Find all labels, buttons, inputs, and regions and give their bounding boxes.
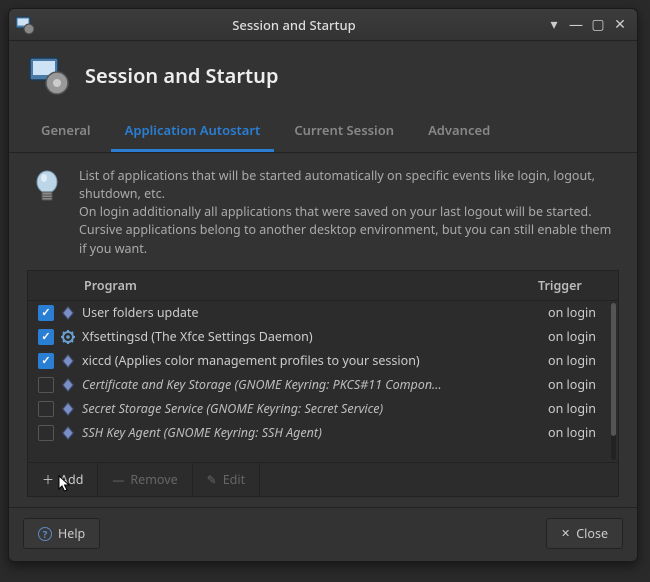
header: Session and Startup [9,41,637,111]
session-startup-window: Session and Startup ▾ — ▢ ✕ Session and … [8,8,638,562]
row-checkbox[interactable] [38,401,54,417]
scrollbar[interactable] [611,303,616,460]
close-button[interactable]: ✕ Close [546,518,623,549]
column-program[interactable]: Program [80,277,538,294]
gear-icon [60,329,76,345]
app-diamond-icon [60,353,76,369]
app-diamond-icon [60,425,76,441]
pencil-icon: ✎ [207,471,217,488]
page-title: Session and Startup [85,62,278,89]
list-toolbar: ＋ Add — Remove ✎ Edit [28,462,618,496]
help-icon: ? [38,527,52,541]
app-diamond-icon [60,401,76,417]
row-program-name: Certificate and Key Storage (GNOME Keyri… [82,376,548,393]
help-button-label: Help [58,525,85,542]
close-button-label: Close [576,525,608,542]
table-row[interactable]: User folders updateon login [28,301,618,325]
minus-icon: — [112,471,124,488]
row-trigger: on login [548,376,608,393]
table-row[interactable]: xiccd (Applies color management profiles… [28,349,618,373]
app-diamond-icon [60,377,76,393]
scrollbar-thumb[interactable] [611,303,616,437]
footer: ? Help ✕ Close [9,507,637,561]
plus-icon: ＋ [42,471,54,488]
list-header: Program Trigger [28,271,618,301]
menu-button[interactable]: ▾ [547,15,561,34]
tab-current-session[interactable]: Current Session [280,111,408,152]
column-trigger[interactable]: Trigger [538,277,608,294]
edit-button[interactable]: ✎ Edit [193,463,260,496]
close-window-button[interactable]: ✕ [613,15,627,34]
remove-button[interactable]: — Remove [98,463,192,496]
header-icon [27,53,71,97]
row-program-name: xiccd (Applies color management profiles… [82,352,548,369]
maximize-button[interactable]: ▢ [591,15,605,34]
row-trigger: on login [548,424,608,441]
row-checkbox[interactable] [38,305,54,321]
row-program-name: SSH Key Agent (GNOME Keyring: SSH Agent) [82,424,548,441]
info-row: List of applications that will be starte… [27,167,619,258]
titlebar[interactable]: Session and Startup ▾ — ▢ ✕ [9,9,637,41]
info-text: List of applications that will be starte… [79,167,619,258]
app-diamond-icon [60,305,76,321]
row-checkbox[interactable] [38,329,54,345]
tab-application-autostart[interactable]: Application Autostart [111,111,275,152]
row-program-name: Xfsettingsd (The Xfce Settings Daemon) [82,328,548,345]
lightbulb-icon [27,167,67,207]
add-button[interactable]: ＋ Add [28,463,98,496]
table-row[interactable]: Secret Storage Service (GNOME Keyring: S… [28,397,618,421]
close-icon: ✕ [561,526,570,541]
remove-button-label: Remove [130,471,177,488]
help-button[interactable]: ? Help [23,518,100,549]
tab-general[interactable]: General [27,111,105,152]
row-program-name: Secret Storage Service (GNOME Keyring: S… [82,400,548,417]
tab-body: List of applications that will be starte… [9,153,637,507]
add-button-label: Add [60,471,83,488]
window-title: Session and Startup [41,16,547,34]
app-icon [15,15,35,35]
autostart-list-panel: Program Trigger User folders updateon lo… [27,270,619,497]
row-trigger: on login [548,400,608,417]
row-program-name: User folders update [82,304,548,321]
tabs: General Application Autostart Current Se… [9,111,637,153]
list-body[interactable]: User folders updateon loginXfsettingsd (… [28,301,618,462]
row-checkbox[interactable] [38,425,54,441]
table-row[interactable]: Xfsettingsd (The Xfce Settings Daemon)on… [28,325,618,349]
table-row[interactable]: Certificate and Key Storage (GNOME Keyri… [28,373,618,397]
minimize-button[interactable]: — [569,15,583,34]
edit-button-label: Edit [223,471,245,488]
row-trigger: on login [548,328,608,345]
row-checkbox[interactable] [38,377,54,393]
table-row[interactable]: SSH Key Agent (GNOME Keyring: SSH Agent)… [28,421,618,445]
tab-advanced[interactable]: Advanced [414,111,504,152]
row-trigger: on login [548,304,608,321]
row-trigger: on login [548,352,608,369]
row-checkbox[interactable] [38,353,54,369]
